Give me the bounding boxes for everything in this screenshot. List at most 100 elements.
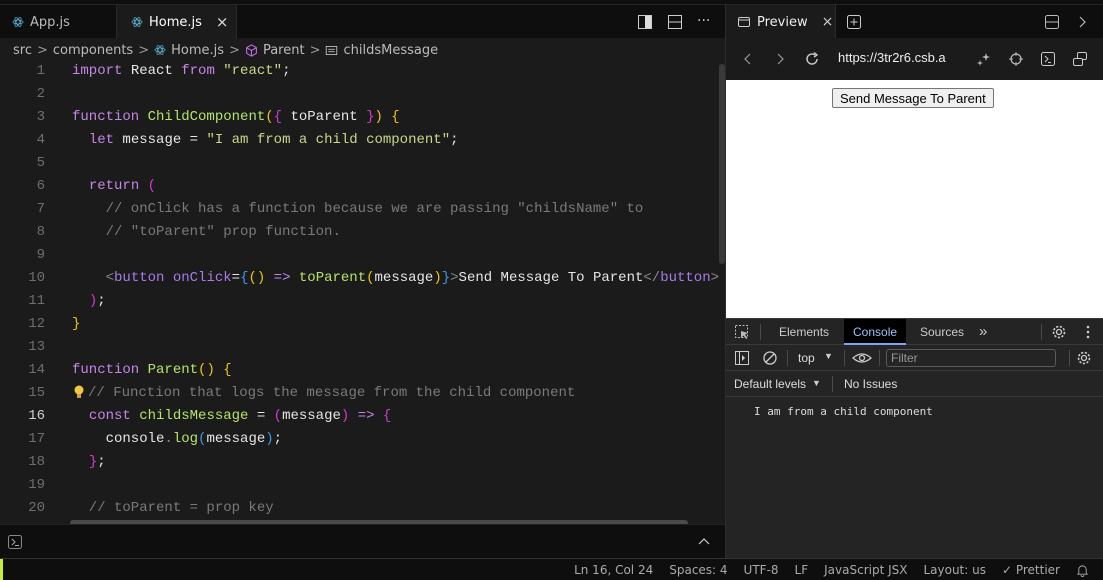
dropdown-arrow-icon: ▼ (812, 378, 821, 388)
code-line: 11 ); (0, 290, 720, 313)
refresh-icon[interactable] (804, 51, 820, 67)
token-string: "I am from a child component" (206, 132, 451, 148)
preview-toolbar: https://3tr2r6.csb.a (726, 38, 1103, 80)
tab-label: App.js (30, 14, 70, 30)
encoding[interactable]: UTF-8 (744, 563, 779, 577)
language-mode[interactable]: JavaScript JSX (824, 563, 907, 577)
token-function: log (172, 431, 199, 447)
close-icon[interactable]: × (216, 13, 229, 31)
open-new-window-icon[interactable] (1072, 51, 1088, 67)
token-keyword: let (88, 132, 115, 148)
token-bracket: () (198, 362, 215, 378)
prettier-status[interactable]: ✓ Prettier (1002, 563, 1060, 577)
token-ident: message (374, 270, 434, 286)
breadcrumb-file[interactable]: Home.js (171, 43, 224, 58)
token-bracket: { (382, 408, 392, 424)
line-number: 7 (36, 201, 45, 217)
indentation[interactable]: Spaces: 4 (669, 563, 727, 577)
breadcrumb-symbol-childsmessage[interactable]: childsMessage (343, 43, 438, 58)
line-number: 9 (36, 247, 45, 263)
console-message: I am from a child component (754, 405, 933, 418)
token-comment: // onClick has a function because we are… (72, 201, 644, 217)
line-ending[interactable]: LF (795, 563, 809, 577)
token-bracket: } (441, 270, 451, 286)
split-panel-icon[interactable] (1044, 14, 1060, 30)
back-icon[interactable] (740, 51, 756, 67)
bell-icon[interactable] (1076, 564, 1089, 577)
breadcrumb-symbol-parent[interactable]: Parent (263, 43, 305, 58)
forward-icon[interactable] (772, 51, 788, 67)
toggle-sidebar-icon[interactable] (637, 14, 653, 30)
lightbulb-icon[interactable] (74, 385, 84, 399)
split-editor-icon[interactable] (667, 14, 683, 30)
token-punct: < (105, 270, 115, 286)
code-line: 2 (0, 83, 720, 106)
token-punct: </ (643, 270, 661, 286)
sparkle-icon[interactable] (976, 51, 992, 67)
filter-input[interactable] (886, 349, 1056, 367)
cursor-position[interactable]: Ln 16, Col 24 (574, 563, 653, 577)
tab-preview[interactable]: Preview × (726, 5, 836, 39)
breadcrumb-src[interactable]: src (13, 43, 32, 58)
clear-console-icon[interactable] (762, 350, 778, 366)
tab-app-js[interactable]: App.js (0, 5, 117, 39)
breadcrumb-separator: > (309, 42, 321, 58)
line-number: 12 (28, 316, 45, 332)
token-punct: . (164, 431, 173, 447)
devtools-tab-console[interactable]: Console (844, 319, 907, 345)
console-levels-bar: Default levels ▼ No Issues (726, 371, 1103, 397)
chevron-up-icon[interactable] (697, 535, 711, 549)
token-punct: ; (282, 63, 291, 79)
preview-tab-bar: Preview × (726, 4, 1103, 39)
chevron-right-icon[interactable] (1074, 14, 1090, 30)
send-message-button[interactable]: Send Message To Parent (832, 88, 994, 108)
more-actions-icon[interactable]: ··· (697, 14, 713, 30)
token-punct: ; (273, 431, 283, 447)
token-keyword: const (88, 408, 131, 424)
inspect-element-icon[interactable] (734, 324, 750, 340)
log-levels-dropdown[interactable]: Default levels (734, 377, 806, 391)
context-select[interactable]: top (798, 351, 815, 365)
token-bracket: () (248, 270, 266, 286)
token-punct: ; (450, 132, 459, 148)
code-line: 13 (0, 336, 720, 359)
breadcrumb-separator: > (36, 42, 48, 58)
token-function: Parent (147, 362, 199, 378)
console-toolbar: top ▼ (726, 345, 1103, 371)
token-keyword: function (72, 109, 140, 125)
code-line: 14 function Parent() { (0, 359, 720, 382)
code-area[interactable]: 1 import React from "react"; 2 3 function … (0, 60, 720, 520)
code-line: 4 let message = "I am from a child compo… (0, 129, 720, 152)
url-input[interactable]: https://3tr2r6.csb.a (838, 50, 946, 65)
console-settings-icon[interactable] (1076, 350, 1092, 366)
devtools-tab-sources[interactable]: Sources (911, 319, 973, 345)
sidebar-toggle-icon[interactable] (734, 350, 750, 366)
token-bracket: } (88, 454, 98, 470)
breadcrumb-components[interactable]: components (53, 43, 133, 58)
react-file-icon (154, 45, 166, 55)
kebab-menu-icon[interactable] (1080, 324, 1096, 340)
status-accent (0, 559, 3, 580)
line-number: 1 (36, 63, 45, 79)
token-tag: button (114, 270, 165, 286)
add-tab-icon[interactable] (846, 14, 862, 30)
close-icon[interactable]: × (822, 14, 834, 30)
line-number: 11 (28, 293, 45, 309)
console-icon[interactable] (1040, 51, 1056, 67)
more-tabs-button[interactable]: » (970, 319, 996, 345)
live-expression-eye-icon[interactable] (852, 350, 872, 366)
settings-gear-icon[interactable] (1051, 324, 1067, 340)
issues-count[interactable]: No Issues (844, 377, 897, 391)
devtools-tab-elements[interactable]: Elements (770, 319, 838, 345)
inspect-target-icon[interactable] (1008, 51, 1024, 67)
terminal-icon[interactable] (8, 535, 22, 549)
symbol-variable-icon (326, 45, 338, 55)
keyboard-layout[interactable]: Layout: us (923, 563, 986, 577)
code-line: 5 (0, 152, 720, 175)
tab-home-js[interactable]: Home.js × (117, 5, 237, 39)
